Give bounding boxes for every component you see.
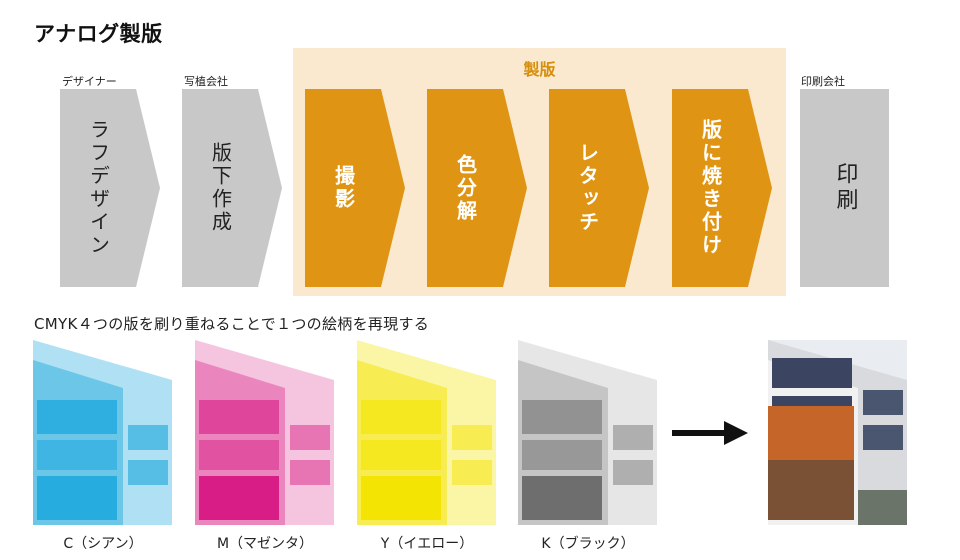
step-printing: 印刷	[800, 89, 889, 287]
actor-plate-maker: 写植会社	[184, 75, 228, 88]
photo-black-plate	[518, 340, 657, 525]
photo-composite	[768, 340, 907, 525]
building-image-yellow	[357, 340, 496, 525]
actor-printer: 印刷会社	[801, 75, 845, 88]
caption-black: K（ブラック）	[541, 536, 635, 552]
step-label: 版下作成	[208, 142, 233, 234]
caption-magenta: M（マゼンタ）	[216, 536, 314, 552]
actor-designer: デザイナー	[62, 75, 117, 88]
step-label: 版に焼き付け	[698, 119, 723, 257]
building-image-cyan	[33, 340, 172, 525]
cmyk-description: CMYK４つの版を刷り重ねることで１つの絵柄を再現する	[34, 315, 430, 333]
group-label: 製版	[523, 60, 556, 79]
step-label: レタッチ	[575, 142, 600, 234]
step-color-separation: 色分解	[427, 89, 527, 287]
caption-yellow: Y（イエロー）	[380, 536, 474, 552]
photo-cyan-plate	[33, 340, 172, 525]
building-image-full-color	[768, 340, 907, 525]
step-plate-burn: 版に焼き付け	[672, 89, 772, 287]
right-arrow-icon	[672, 421, 748, 445]
step-rough-design: ラフデザイン	[60, 89, 160, 287]
photo-magenta-plate	[195, 340, 334, 525]
caption-cyan: C（シアン）	[63, 536, 143, 552]
step-label: 印刷	[832, 162, 858, 214]
step-mechanical: 版下作成	[182, 89, 282, 287]
step-label: 撮影	[331, 165, 356, 211]
step-retouch: レタッチ	[549, 89, 649, 287]
building-image-black	[518, 340, 657, 525]
step-photograph: 撮影	[305, 89, 405, 287]
page-title: アナログ製版	[34, 22, 163, 46]
step-label: 色分解	[453, 153, 478, 223]
building-image-magenta	[195, 340, 334, 525]
photo-yellow-plate	[357, 340, 496, 525]
step-label: ラフデザイン	[86, 119, 111, 257]
